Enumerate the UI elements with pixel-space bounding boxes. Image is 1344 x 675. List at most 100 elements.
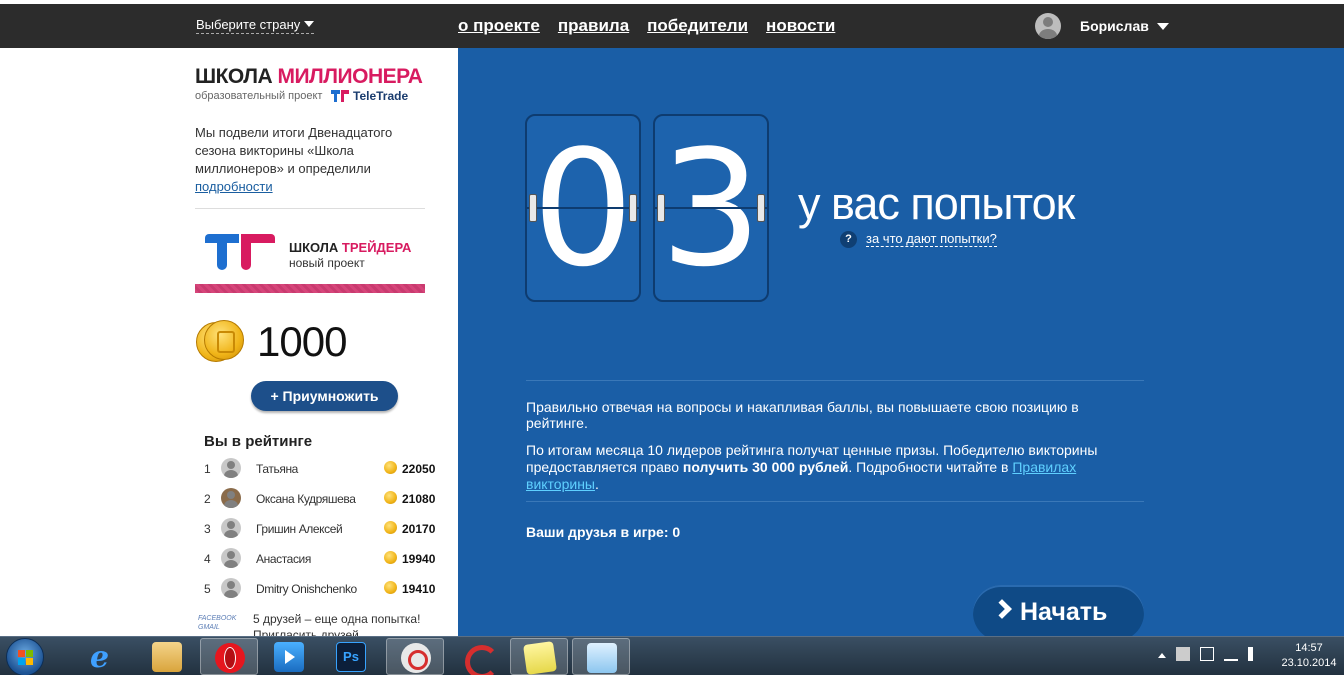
teletrade-label: TeleTrade (353, 89, 409, 103)
nav-link-winners[interactable]: победители (647, 16, 748, 36)
sticky-notes-icon (523, 641, 557, 675)
nav-link-about[interactable]: о проекте (458, 16, 540, 36)
rank: 2 (204, 492, 211, 506)
trader-school-banner[interactable]: ШКОЛА ТРЕЙДЕРА новый проект (195, 218, 425, 293)
nav-link-news[interactable]: новости (766, 16, 835, 36)
attempts-label: у вас попыток (798, 178, 1075, 229)
username: Борислав (1080, 18, 1149, 34)
coin-icon (384, 581, 397, 594)
trader-title-text: ШКОЛА (289, 240, 342, 255)
why-attempts-link[interactable]: за что дают попытки? (866, 231, 997, 247)
avatar (221, 548, 241, 568)
game-panel: 0 3 у вас попыток ? за что дают попытки?… (458, 48, 1344, 636)
user-menu[interactable]: Борислав (1035, 13, 1169, 39)
taskbar-item[interactable] (200, 638, 258, 675)
coin-icon (384, 551, 397, 564)
rules-paragraph: Правильно отвечая на вопросы и накаплива… (526, 399, 1079, 431)
attempts-digit: 0 (532, 115, 634, 302)
list-item[interactable]: 4 Анастасия 19940 (195, 543, 440, 573)
hinge (757, 194, 765, 222)
system-tray (1158, 647, 1256, 661)
taskbar-item[interactable] (510, 638, 568, 675)
player-score: 19410 (402, 582, 436, 596)
avatar (1035, 13, 1061, 39)
rating-title: Вы в рейтинге (204, 433, 313, 450)
clock-date: 23.10.2014 (1281, 657, 1337, 669)
prize-highlight: получить 30 000 рублей (682, 459, 849, 475)
flag-icon[interactable] (1176, 647, 1190, 661)
system-clock[interactable]: 14:57 23.10.2014 (1278, 641, 1340, 671)
invite-friends-link[interactable]: Пригласить друзей (253, 628, 359, 636)
main-nav: о проекте правила победители новости (458, 16, 835, 36)
list-item[interactable]: 3 Гришин Алексей 20170 (195, 513, 440, 543)
prize-text: . Подробности читайте в (848, 459, 1013, 475)
divider (195, 208, 425, 209)
avatar (221, 488, 241, 508)
list-item[interactable]: 1 Татьяна 22050 (195, 453, 440, 483)
taskbar-item[interactable] (448, 638, 506, 675)
hinge (657, 194, 665, 222)
player-score: 21080 (402, 492, 436, 506)
ccleaner-icon (462, 642, 499, 675)
rank: 3 (204, 522, 211, 536)
taskbar-item[interactable] (260, 638, 318, 675)
media-player-icon (274, 642, 304, 672)
clock-time: 14:57 (1295, 642, 1323, 654)
taskbar-item[interactable]: Ps (322, 638, 380, 675)
device-icon[interactable] (1200, 647, 1214, 661)
player-score: 20170 (402, 522, 436, 536)
friends-in-game: Ваши друзья в игре: 0 (526, 524, 681, 540)
photoshop-icon: Ps (336, 642, 366, 672)
trader-school-title: ШКОЛА ТРЕЙДЕРА (289, 240, 411, 255)
hinge (629, 194, 637, 222)
multiply-button[interactable]: + Приумножить (251, 381, 398, 411)
trader-title-accent: ТРЕЙДЕРА (341, 240, 412, 255)
teletrade-logo: TeleTrade (331, 89, 408, 103)
site-logo[interactable]: ШКОЛА МИЛЛИОНЕРА (195, 65, 423, 89)
coin-icon (384, 491, 397, 504)
help-icon[interactable]: ? (840, 231, 857, 248)
details-link[interactable]: подробности (195, 179, 273, 194)
avatar (221, 578, 241, 598)
rank: 4 (204, 552, 211, 566)
country-selector[interactable]: Выберите страну (196, 17, 315, 34)
chevron-right-icon (992, 599, 1012, 619)
nav-link-rules[interactable]: правила (558, 16, 629, 36)
file-explorer-icon (152, 642, 182, 672)
chevron-down-icon (304, 21, 315, 27)
taskbar-item[interactable] (572, 638, 630, 675)
logo-text-accent: МИЛЛИОНЕРА (277, 65, 423, 88)
attempts-digit-card: 3 (653, 114, 769, 302)
taskbar-item[interactable] (138, 638, 196, 675)
player-name: Оксана Кудряшева (256, 492, 356, 506)
banner-stripe (195, 284, 425, 293)
taskbar-item[interactable] (386, 638, 444, 675)
windows-start-icon[interactable] (6, 638, 44, 675)
divider (526, 501, 1144, 502)
list-item[interactable]: 2 Оксана Кудряшева 21080 (195, 483, 440, 513)
top-navigation-bar: Выберите страну о проекте правила победи… (0, 4, 1344, 48)
windows-taskbar: e Ps 14:57 23.10.2014 (0, 636, 1344, 675)
player-name: Татьяна (256, 462, 298, 476)
volume-icon[interactable] (1248, 647, 1256, 661)
show-hidden-icons-icon[interactable] (1158, 653, 1166, 658)
start-button[interactable]: Начать (973, 585, 1144, 636)
trader-school-subtitle: новый проект (289, 256, 365, 270)
player-name: Dmitry Onishchenko (256, 582, 357, 596)
intro-body: Мы подвели итоги Двенадцатого сезона вик… (195, 125, 393, 176)
coin-icon (384, 521, 397, 534)
player-name: Анастасия (256, 552, 311, 566)
flip-split (655, 207, 767, 209)
network-icon[interactable] (1224, 647, 1238, 661)
taskbar-item[interactable]: e (76, 638, 134, 675)
list-item[interactable]: 5 Dmitry Onishchenko 19410 (195, 573, 440, 603)
hinge (529, 194, 537, 222)
coins-icon (196, 320, 246, 364)
prize-text: . (594, 476, 599, 492)
snipping-tool-icon (401, 643, 431, 673)
notepad-icon (587, 643, 617, 673)
player-score: 19940 (402, 552, 436, 566)
player-name: Гришин Алексей (256, 522, 343, 536)
avatar (221, 518, 241, 538)
divider (526, 380, 1144, 381)
